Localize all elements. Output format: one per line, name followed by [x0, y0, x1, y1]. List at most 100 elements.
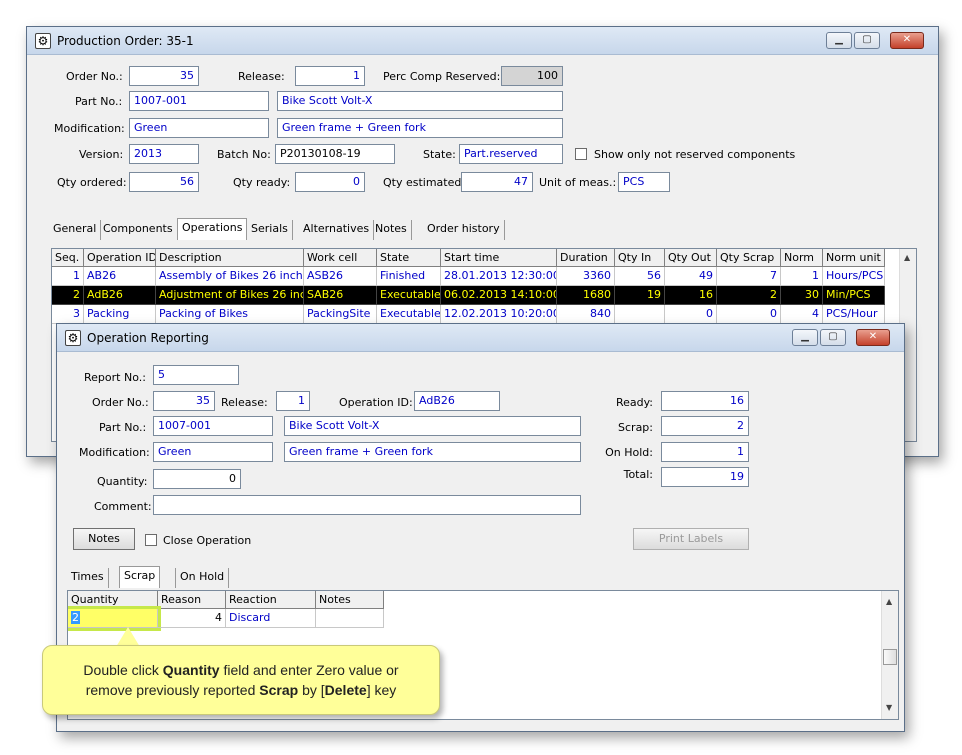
maximize-button[interactable]: ▢: [820, 329, 846, 346]
ops-table-cell[interactable]: ASB26: [304, 267, 377, 286]
ops-table-cell[interactable]: SAB26: [304, 286, 377, 305]
tab-components[interactable]: Components: [99, 220, 178, 240]
close-operation-checkbox[interactable]: [145, 534, 157, 546]
ops-table-cell[interactable]: 2: [717, 286, 781, 305]
scroll-down-icon[interactable]: ▼: [886, 703, 892, 712]
release-field[interactable]: 1: [276, 391, 310, 411]
ops-column-header[interactable]: Qty Out: [665, 249, 717, 267]
ops-table-cell[interactable]: AdB26: [84, 286, 156, 305]
quantity-field[interactable]: 0: [153, 469, 241, 489]
tab-times[interactable]: Times: [67, 568, 109, 588]
scrap-table-cell[interactable]: 4: [158, 609, 226, 628]
scrap-column-header[interactable]: Reason: [158, 591, 226, 609]
ops-table-cell[interactable]: 7: [717, 267, 781, 286]
ops-table-cell[interactable]: Executable: [377, 305, 441, 324]
ops-table-cell[interactable]: Finished: [377, 267, 441, 286]
ops-table-cell[interactable]: 1: [52, 267, 84, 286]
modification-field[interactable]: Green: [153, 442, 273, 462]
ops-table-cell[interactable]: PackingSite: [304, 305, 377, 324]
ops-table-cell[interactable]: Packing: [84, 305, 156, 324]
scrap-column-header[interactable]: Notes: [316, 591, 384, 609]
scroll-up-icon[interactable]: ▲: [886, 597, 892, 606]
scrap-table-cell[interactable]: [316, 609, 384, 628]
ops-column-header[interactable]: Work cell: [304, 249, 377, 267]
ops-table-cell[interactable]: 28.01.2013 12:30:00: [441, 267, 557, 286]
ops-table-cell[interactable]: 16: [665, 286, 717, 305]
ops-column-header[interactable]: State: [377, 249, 441, 267]
ops-table-cell[interactable]: Packing of Bikes: [156, 305, 304, 324]
tab-notes[interactable]: Notes: [371, 220, 412, 240]
scrap-table-cell[interactable]: Discard: [226, 609, 316, 628]
part-no-field[interactable]: 1007-001: [129, 91, 269, 111]
ops-table-cell[interactable]: 2: [52, 286, 84, 305]
tab-scrap[interactable]: Scrap: [119, 566, 161, 588]
ops-column-header[interactable]: Duration: [557, 249, 615, 267]
tab-general[interactable]: General: [49, 220, 102, 240]
tab-operations[interactable]: Operations: [177, 218, 248, 240]
close-button[interactable]: ✕: [856, 329, 890, 346]
scroll-thumb[interactable]: [883, 649, 897, 665]
ops-table-cell[interactable]: Executable: [377, 286, 441, 305]
ops-table-cell[interactable]: 4: [781, 305, 823, 324]
ops-column-header[interactable]: Operation ID: [84, 249, 156, 267]
unit-of-meas-field[interactable]: PCS: [618, 172, 670, 192]
tab-serials[interactable]: Serials: [247, 220, 293, 240]
ops-table-cell[interactable]: 49: [665, 267, 717, 286]
ops-table-cell[interactable]: 56: [615, 267, 665, 286]
tab-on-hold[interactable]: On Hold: [175, 568, 230, 588]
scrap-quantity-cell[interactable]: 2: [68, 606, 161, 631]
order-no-field[interactable]: 35: [153, 391, 215, 411]
ops-table-cell[interactable]: 0: [717, 305, 781, 324]
scrap-column-header[interactable]: Reaction: [226, 591, 316, 609]
ops-table-cell[interactable]: 840: [557, 305, 615, 324]
notes-button[interactable]: Notes: [73, 528, 135, 550]
minimize-button[interactable]: ▁: [792, 329, 818, 346]
modification-field[interactable]: Green: [129, 118, 269, 138]
ops-table-cell[interactable]: Hours/PCS: [823, 267, 885, 286]
scrap-scrollbar[interactable]: ▲ ▼: [881, 591, 898, 719]
minimize-button[interactable]: ▁: [826, 32, 852, 49]
part-no-field[interactable]: 1007-001: [153, 416, 273, 436]
ops-column-header[interactable]: Qty In: [615, 249, 665, 267]
ops-table-cell[interactable]: 12.02.2013 10:20:00: [441, 305, 557, 324]
operation-reporting-titlebar[interactable]: ⚙ Operation Reporting ▁ ▢ ✕: [57, 324, 904, 352]
print-labels-button[interactable]: Print Labels: [633, 528, 749, 550]
ops-column-header[interactable]: Norm unit: [823, 249, 885, 267]
ops-table-cell[interactable]: 1680: [557, 286, 615, 305]
show-only-not-reserved-checkbox[interactable]: [575, 148, 587, 160]
release-field[interactable]: 1: [295, 66, 365, 86]
ops-table-cell[interactable]: 19: [615, 286, 665, 305]
version-field[interactable]: 2013: [129, 144, 199, 164]
ops-column-header[interactable]: Qty Scrap: [717, 249, 781, 267]
order-no-field[interactable]: 35: [129, 66, 199, 86]
close-button[interactable]: ✕: [890, 32, 924, 49]
ops-table-cell[interactable]: 3360: [557, 267, 615, 286]
report-no-field[interactable]: 5: [153, 365, 239, 385]
ops-table-cell[interactable]: [615, 305, 665, 324]
ops-table-cell[interactable]: Adjustment of Bikes 26 inch: [156, 286, 304, 305]
qty-ordered-field[interactable]: 56: [129, 172, 199, 192]
ops-table-cell[interactable]: 0: [665, 305, 717, 324]
tab-alternatives[interactable]: Alternatives: [299, 220, 375, 240]
scroll-up-icon[interactable]: ▲: [904, 253, 910, 262]
ops-table-cell[interactable]: Assembly of Bikes 26 inch: [156, 267, 304, 286]
ops-table-cell[interactable]: 30: [781, 286, 823, 305]
operation-id-field[interactable]: AdB26: [414, 391, 500, 411]
scrap-column-header[interactable]: Quantity: [68, 591, 158, 609]
batch-no-field[interactable]: P20130108-19: [275, 144, 395, 164]
comment-field[interactable]: [153, 495, 581, 515]
ops-table-cell[interactable]: Min/PCS: [823, 286, 885, 305]
tab-order-history[interactable]: Order history: [423, 220, 505, 240]
production-order-titlebar[interactable]: ⚙ Production Order: 35-1 ▁ ▢ ✕: [27, 27, 938, 55]
ops-table-cell[interactable]: AB26: [84, 267, 156, 286]
instruction-callout: Double click Quantity field and enter Ze…: [42, 645, 440, 715]
ops-column-header[interactable]: Description: [156, 249, 304, 267]
ops-column-header[interactable]: Norm: [781, 249, 823, 267]
ops-table-cell[interactable]: 1: [781, 267, 823, 286]
ops-table-cell[interactable]: 06.02.2013 14:10:00: [441, 286, 557, 305]
ops-table-cell[interactable]: 3: [52, 305, 84, 324]
maximize-button[interactable]: ▢: [854, 32, 880, 49]
ops-column-header[interactable]: Start time: [441, 249, 557, 267]
ops-table-cell[interactable]: PCS/Hour: [823, 305, 885, 324]
ops-column-header[interactable]: Seq.: [52, 249, 84, 267]
